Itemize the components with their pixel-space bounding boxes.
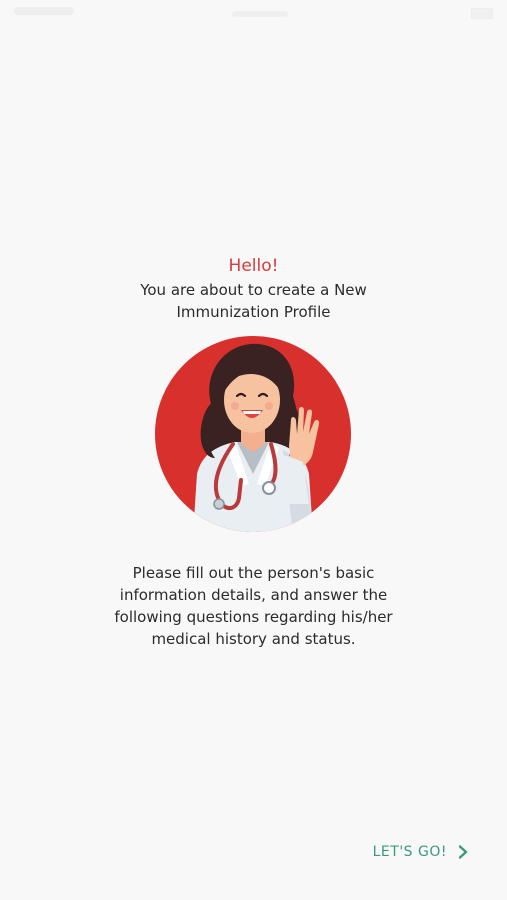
status-bar-left (14, 7, 74, 15)
status-bar (0, 0, 507, 24)
lets-go-button[interactable]: LET'S GO! (373, 838, 469, 866)
doctor-illustration (155, 336, 351, 532)
description-text: Please fill out the person's basic infor… (114, 564, 393, 648)
greeting-heading: Hello! (228, 256, 279, 276)
battery-icon (471, 8, 493, 19)
intro-text: You are about to create a New Immunizati… (140, 281, 367, 321)
status-bar-center (232, 11, 288, 17)
lets-go-label: LET'S GO! (372, 844, 447, 860)
chevron-right-icon (458, 845, 468, 859)
onboarding-screen: Hello! You are about to create a New Imm… (0, 0, 507, 900)
